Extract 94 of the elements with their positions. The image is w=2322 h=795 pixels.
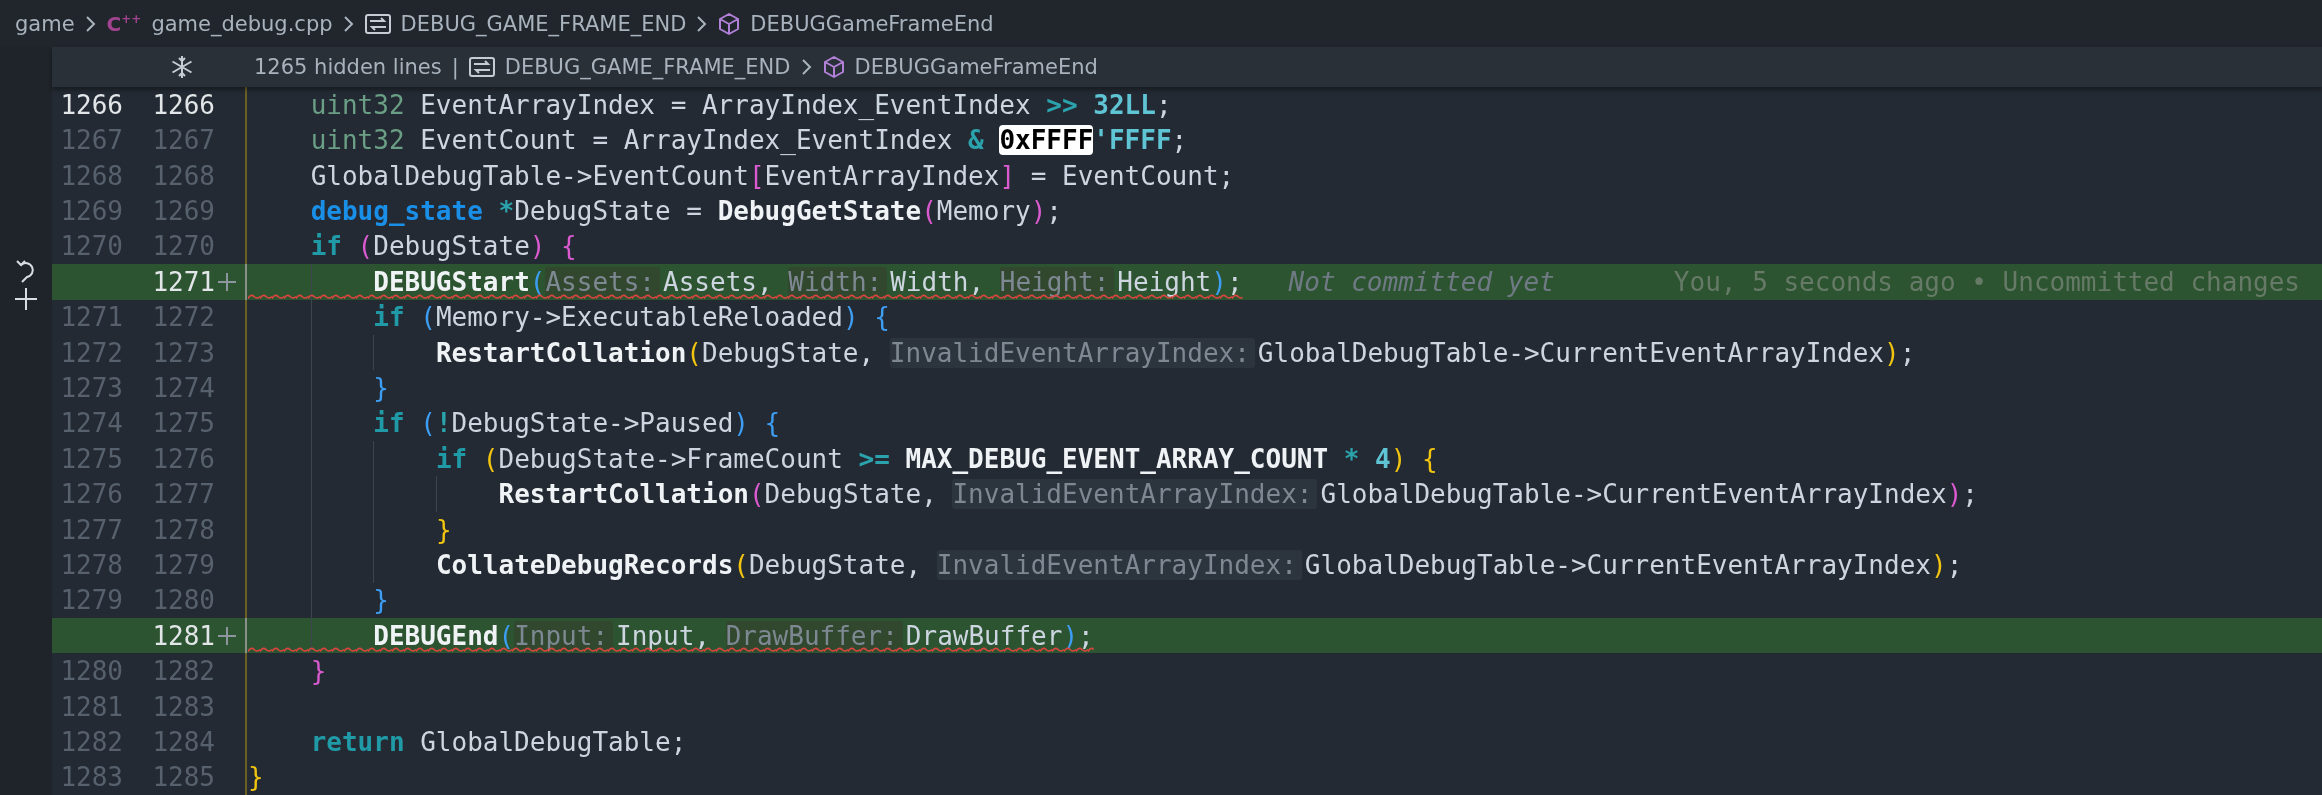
breadcrumb-item[interactable]: DEBUG_GAME_FRAME_END xyxy=(400,11,687,36)
code-text: if (Memory->ExecutableReloaded) { xyxy=(373,302,890,333)
chevron-icon xyxy=(84,13,97,34)
line-number: 1269 xyxy=(59,196,124,227)
code-text: debug_state *DebugState = DebugGetState(Memory); xyxy=(310,196,1062,227)
line-number: 1274 xyxy=(59,408,124,439)
line-number: 1278 xyxy=(151,514,216,545)
inlay-hint: InvalidEventArrayIndex: xyxy=(889,337,1255,368)
snowflake-icon xyxy=(170,55,194,80)
symbol-macro-icon xyxy=(364,13,391,34)
code-text: CollateDebugRecords(DebugState, xyxy=(435,549,923,580)
code-text: uint32 EventArrayIndex = ArrayIndex_EventIndex >> 32LL; xyxy=(310,89,1172,120)
line-number: 1280 xyxy=(151,585,216,616)
line-number: 1278 xyxy=(59,549,124,580)
hidden-lines-label: 1265 hidden lines xyxy=(254,55,442,80)
line-number: 1281 xyxy=(59,691,124,722)
line-number: 1273 xyxy=(151,337,216,368)
cube-icon xyxy=(822,55,845,80)
line-number: 1270 xyxy=(59,231,124,262)
line-number: 1277 xyxy=(59,514,124,545)
search-match: 0xFFFF xyxy=(999,125,1094,156)
inlay-hint: Height: xyxy=(999,266,1115,297)
cpp-file-icon: C$^{++}$ xyxy=(106,11,142,36)
line-number: 1276 xyxy=(59,479,124,510)
breadcrumb-item[interactable]: game_debug.cpp xyxy=(151,11,333,36)
line-number: 1272 xyxy=(59,337,124,368)
blame-annotation: Not committed yet xyxy=(1288,266,1555,297)
chevron-icon xyxy=(342,13,355,34)
line-number: 1285 xyxy=(151,762,216,793)
added-line-icon xyxy=(217,625,237,646)
code-text: Height); xyxy=(1117,266,1243,297)
line-number: 1284 xyxy=(151,726,216,757)
line-number: 1276 xyxy=(151,443,216,474)
code-text: if (DebugState) { xyxy=(310,231,577,262)
code-text: GlobalDebugTable->EventCount[EventArrayIndex] = EventCount; xyxy=(310,160,1235,191)
code-text: } xyxy=(310,656,327,687)
line-number: 1268 xyxy=(151,160,216,191)
breadcrumb-item[interactable]: game xyxy=(15,11,75,36)
line-number: 1273 xyxy=(59,373,124,403)
code-text: 'FFFF; xyxy=(1093,125,1188,156)
line-number: 1277 xyxy=(151,479,216,510)
symbol-macro-icon xyxy=(468,57,495,78)
code-text: uint32 EventCount = ArrayIndex_EventIndex & xyxy=(310,125,985,156)
code-text: GlobalDebugTable->CurrentEventArrayIndex); xyxy=(1320,479,1978,510)
line-number: 1272 xyxy=(151,302,216,333)
line-number: 1283 xyxy=(59,762,124,793)
code-text: if (DebugState->FrameCount >= MAX_DEBUG_EVENT_ARRAY_COUNT * 4) { xyxy=(435,443,1438,474)
undo-icon[interactable] xyxy=(15,257,37,283)
code-text: GlobalDebugTable->CurrentEventArrayIndex); xyxy=(1304,549,1963,580)
line-number: 1279 xyxy=(59,585,124,616)
line-number: 1267 xyxy=(59,125,124,156)
added-line-icon xyxy=(217,271,237,292)
chevron-icon xyxy=(696,13,709,34)
line-number: 1271 xyxy=(59,302,124,333)
code-text: RestartCollation(DebugState, xyxy=(498,479,938,510)
line-number: 1281 xyxy=(151,620,216,651)
inlay-hint: InvalidEventArrayIndex: xyxy=(952,479,1318,510)
line-number: 1271 xyxy=(151,266,216,297)
code-text: } xyxy=(248,762,264,793)
code-text: DrawBuffer); xyxy=(905,620,1094,651)
code-text: Width, xyxy=(890,266,986,297)
line-number: 1282 xyxy=(59,726,124,757)
line-number: 1268 xyxy=(59,160,124,191)
code-text: } xyxy=(435,514,452,545)
inlay-hint: InvalidEventArrayIndex: xyxy=(936,549,1302,580)
line-number: 1275 xyxy=(151,408,216,439)
code-text: Input, xyxy=(616,620,711,651)
code-text: GlobalDebugTable->CurrentEventArrayIndex); xyxy=(1257,337,1916,368)
cube-icon xyxy=(718,11,741,36)
blame-details: You, 5 seconds ago • Uncommitted changes xyxy=(1673,266,2301,297)
code-text: Assets, xyxy=(663,266,774,297)
line-number: 1283 xyxy=(151,691,216,722)
code-text: if (!DebugState->Paused) { xyxy=(373,408,781,439)
line-number: 1269 xyxy=(151,196,216,227)
separator: | xyxy=(451,55,459,80)
breadcrumb-item[interactable]: DEBUG_GAME_FRAME_END xyxy=(504,55,791,80)
line-number: 1275 xyxy=(59,443,124,474)
code-text: RestartCollation(DebugState, xyxy=(435,337,876,368)
code-text: return GlobalDebugTable; xyxy=(310,726,687,757)
code-text: } xyxy=(373,373,389,403)
line-number: 1274 xyxy=(151,373,216,403)
line-number: 1266 xyxy=(151,89,216,120)
code-text: DEBUGStart( xyxy=(373,266,546,297)
line-number: 1267 xyxy=(151,125,216,156)
code-text: DEBUGEnd( xyxy=(373,620,515,651)
line-number: 1270 xyxy=(151,231,216,262)
line-number: 1279 xyxy=(151,549,216,580)
line-number: 1280 xyxy=(59,656,124,687)
code-text: } xyxy=(373,585,389,616)
line-number: 1282 xyxy=(151,656,216,687)
breadcrumb-item[interactable]: DEBUGGameFrameEnd xyxy=(750,11,994,36)
line-number: 1266 xyxy=(59,89,124,120)
plus-icon[interactable] xyxy=(14,287,38,311)
breadcrumb-item[interactable]: DEBUGGameFrameEnd xyxy=(854,55,1098,80)
